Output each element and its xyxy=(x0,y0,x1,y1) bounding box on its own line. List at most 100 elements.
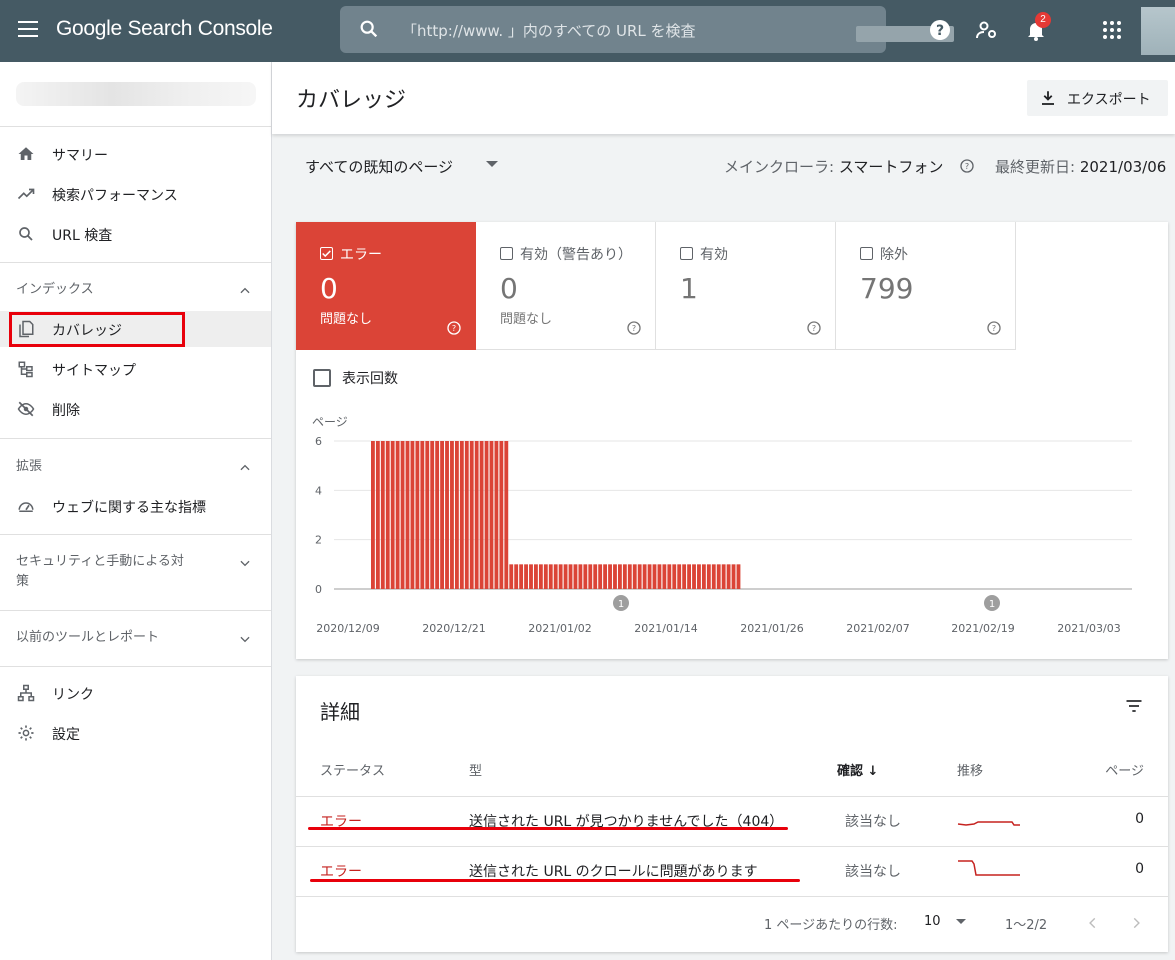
chevron-up-icon[interactable] xyxy=(238,461,252,475)
speed-icon xyxy=(18,502,34,512)
tile-error[interactable]: エラー 0 問題なし ? xyxy=(296,222,476,350)
sidebar-item-links[interactable]: リンク xyxy=(0,675,271,711)
trending-icon xyxy=(17,188,35,200)
search-bar[interactable]: 「http://www. 」内のすべての URL を検査 xyxy=(340,6,954,53)
checkbox-checked-icon xyxy=(320,247,333,260)
chevron-right-icon[interactable] xyxy=(1129,916,1143,930)
highlight-box xyxy=(9,312,185,347)
divider xyxy=(0,610,271,611)
filter-icon[interactable] xyxy=(1124,696,1144,716)
x-tick-label: 2021/01/14 xyxy=(634,622,697,635)
section-index[interactable]: インデックス xyxy=(16,280,94,300)
chart-bar xyxy=(687,564,691,589)
chart-bar xyxy=(558,564,563,589)
help-outline-icon[interactable]: ? xyxy=(959,158,975,174)
tile-excluded[interactable]: 除外 799 ? xyxy=(836,222,1016,350)
help-outline-icon[interactable]: ? xyxy=(806,320,822,336)
sidebar-item-core-web-vitals[interactable]: ウェブに関する主な指標 xyxy=(0,488,271,524)
chart-bar xyxy=(711,564,716,589)
chart-bar xyxy=(524,564,528,589)
pages-dropdown[interactable]: すべての既知のページ xyxy=(305,156,453,177)
x-tick-label: 2021/03/03 xyxy=(1057,622,1120,635)
property-selector[interactable] xyxy=(16,82,256,106)
tile-label: 有効 xyxy=(700,247,728,263)
column-status[interactable]: ステータス xyxy=(320,760,385,779)
avatar[interactable] xyxy=(1141,7,1175,55)
sidebar-item-label: ウェブに関する主な指標 xyxy=(52,500,206,516)
chart-bar xyxy=(435,441,440,589)
links-icon xyxy=(17,684,35,702)
rows-per-page-select[interactable]: 10 xyxy=(924,914,941,929)
updated-label: 最終更新日: xyxy=(995,158,1076,176)
chart-bar xyxy=(632,564,637,589)
export-button[interactable]: エクスポート xyxy=(1027,80,1168,116)
sidebar-item-label: 削除 xyxy=(52,403,80,419)
section-enhancements[interactable]: 拡張 xyxy=(16,457,42,477)
chart-bar xyxy=(608,564,612,589)
notification-badge: 2 xyxy=(1035,12,1051,28)
page-header: カバレッジ エクスポート xyxy=(272,62,1175,134)
x-tick-label: 2021/02/07 xyxy=(846,622,909,635)
sidebar-item-performance[interactable]: 検索パフォーマンス xyxy=(0,176,271,212)
chart-bar xyxy=(400,441,405,589)
tile-valid-warning[interactable]: 有効（警告あり） 0 問題なし ? xyxy=(476,222,656,350)
annotation-label: 1 xyxy=(618,599,624,610)
chart-bar xyxy=(593,564,598,589)
menu-icon[interactable] xyxy=(18,21,38,37)
divider xyxy=(0,534,271,535)
crawler-label: メインクローラ: xyxy=(724,158,835,176)
impressions-checkbox[interactable] xyxy=(313,369,331,387)
help-outline-icon[interactable]: ? xyxy=(986,320,1002,336)
column-trend[interactable]: 推移 xyxy=(957,760,983,779)
chevron-down-icon[interactable] xyxy=(238,632,252,646)
sidebar-item-label: サマリー xyxy=(52,148,108,164)
column-type[interactable]: 型 xyxy=(469,760,482,779)
checkbox-icon xyxy=(500,247,513,260)
export-label: エクスポート xyxy=(1067,92,1151,108)
help-outline-icon[interactable]: ? xyxy=(446,320,462,336)
chart-bar xyxy=(553,564,558,589)
tile-count: 0 xyxy=(320,272,338,305)
filter-row: すべての既知のページ メインクローラ: スマートフォン ? 最終更新日: 202… xyxy=(272,134,1175,194)
table-row[interactable]: エラー 送信された URL が見つかりませんでした（404） 該当なし 0 xyxy=(296,796,1168,846)
chart-bar xyxy=(405,441,410,589)
chart-bar xyxy=(697,564,701,589)
chart-bar xyxy=(474,441,479,589)
apps-icon[interactable] xyxy=(1100,18,1124,42)
tile-count: 0 xyxy=(500,272,518,305)
help-icon[interactable]: ? xyxy=(928,18,952,42)
row-verify: 該当なし xyxy=(845,864,901,880)
divider xyxy=(296,896,1168,897)
chevron-up-icon[interactable] xyxy=(238,284,252,298)
table-row[interactable]: エラー 送信された URL のクロールに問題があります 該当なし 0 xyxy=(296,846,1168,896)
sidebar-item-summary[interactable]: サマリー xyxy=(0,136,271,172)
section-security[interactable]: セキュリティと手動による対策 xyxy=(16,552,196,592)
section-legacy[interactable]: 以前のツールとレポート xyxy=(16,628,159,648)
chevron-down-icon[interactable] xyxy=(238,556,252,570)
chart-bar xyxy=(375,441,380,589)
app-logo[interactable]: Google Search Console xyxy=(56,17,273,41)
dropdown-arrow-icon[interactable] xyxy=(956,919,966,924)
svg-text:?: ? xyxy=(965,162,969,171)
search-icon xyxy=(360,20,378,38)
sidebar-item-removals[interactable]: 削除 xyxy=(0,391,271,427)
column-verify[interactable]: 確認 ↓ xyxy=(837,760,878,779)
chart-bar xyxy=(380,441,385,589)
sidebar-item-url-inspection[interactable]: URL 検査 xyxy=(0,216,271,252)
column-pages[interactable]: ページ xyxy=(1105,760,1144,779)
svg-text:?: ? xyxy=(632,324,636,333)
help-outline-icon[interactable]: ? xyxy=(626,320,642,336)
sidebar-item-settings[interactable]: 設定 xyxy=(0,715,271,751)
search-input[interactable]: 「http://www. 」内のすべての URL を検査 xyxy=(402,20,696,41)
chart-bar xyxy=(499,441,504,589)
row-status: エラー xyxy=(320,864,362,880)
admin-icon[interactable] xyxy=(975,18,999,42)
settings-icon xyxy=(18,725,34,741)
home-icon xyxy=(18,147,34,160)
sidebar-item-sitemaps[interactable]: サイトマップ xyxy=(0,351,271,387)
dropdown-arrow-icon[interactable] xyxy=(486,161,498,167)
chart-bar xyxy=(489,441,494,589)
chevron-left-icon[interactable] xyxy=(1086,916,1100,930)
tile-valid[interactable]: 有効 1 ? xyxy=(656,222,836,350)
sitemap-icon xyxy=(18,361,33,378)
